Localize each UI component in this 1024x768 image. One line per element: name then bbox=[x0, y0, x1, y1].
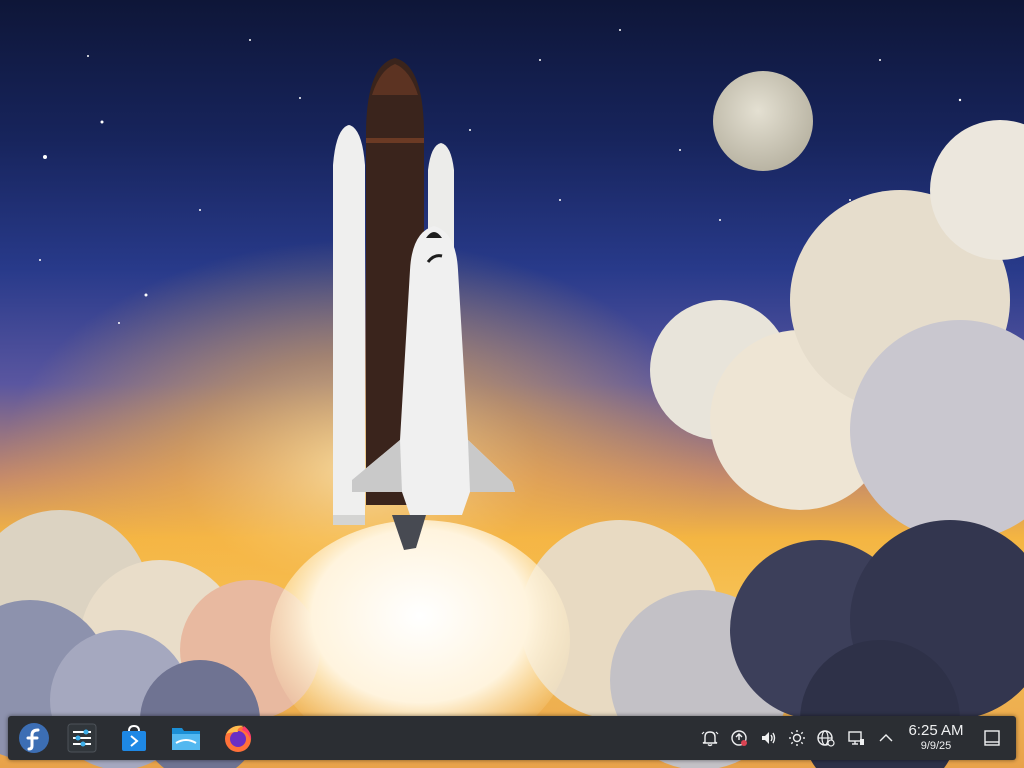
network-button[interactable] bbox=[816, 728, 836, 748]
clock-date: 9/9/25 bbox=[920, 740, 952, 752]
chevron-up-icon bbox=[879, 734, 893, 742]
update-alert-icon bbox=[731, 730, 747, 746]
desktop[interactable]: 6:25 AM 9/9/25 bbox=[0, 0, 1024, 768]
monitor-icon bbox=[848, 731, 864, 745]
brightness-button[interactable] bbox=[787, 728, 807, 748]
shopping-bag-icon bbox=[122, 724, 146, 751]
folder-icon bbox=[172, 728, 200, 750]
settings-sliders-icon bbox=[67, 723, 97, 753]
fedora-logo-icon bbox=[19, 723, 49, 753]
digital-clock[interactable]: 6:25 AM 9/9/25 bbox=[904, 722, 968, 753]
discover-button[interactable] bbox=[116, 720, 152, 756]
display-button[interactable] bbox=[846, 728, 866, 748]
notifications-button[interactable] bbox=[700, 728, 720, 748]
updates-button[interactable] bbox=[729, 728, 749, 748]
moon bbox=[713, 71, 813, 171]
firefox-icon bbox=[225, 725, 252, 752]
volume-button[interactable] bbox=[758, 728, 778, 748]
firefox-button[interactable] bbox=[220, 720, 256, 756]
show-desktop-icon bbox=[984, 730, 1000, 746]
taskbar-panel: 6:25 AM 9/9/25 bbox=[8, 716, 1016, 760]
speaker-icon bbox=[762, 732, 776, 744]
wallpaper-space-shuttle bbox=[0, 29, 1024, 768]
sun-icon bbox=[789, 730, 805, 746]
clock-time: 6:25 AM bbox=[908, 722, 964, 739]
show-hidden-icons-button[interactable] bbox=[876, 728, 896, 748]
dolphin-file-manager-button[interactable] bbox=[168, 720, 204, 756]
bell-icon bbox=[701, 731, 719, 747]
show-desktop-button[interactable] bbox=[982, 728, 1002, 748]
application-launcher-button[interactable] bbox=[16, 720, 52, 756]
system-settings-button[interactable] bbox=[64, 720, 100, 756]
globe-icon bbox=[817, 730, 835, 747]
